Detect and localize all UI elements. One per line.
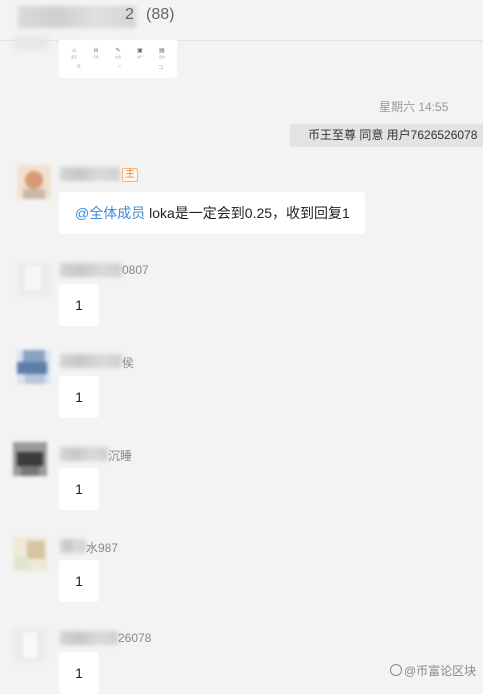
avatar[interactable] [17, 350, 51, 384]
message-text: 1 [75, 389, 83, 405]
message-timestamp: 星期六 14:55 [379, 100, 449, 114]
message-text: 1 [75, 481, 83, 497]
menu-icon: ≡ [77, 64, 81, 70]
home-icon: ⌂ 首页 [70, 48, 77, 59]
group-title-suffix: 2 [125, 6, 135, 23]
avatar[interactable] [13, 628, 47, 662]
avatar-redacted [14, 36, 48, 50]
message-bubble[interactable]: 1 [59, 652, 99, 694]
chat-header: 2 (88) [0, 0, 483, 41]
message-text: 1 [75, 665, 83, 681]
message-bubble[interactable]: @全体成员 loka是一定会到0.25，收到回复1 [59, 192, 365, 234]
avatar[interactable] [13, 537, 47, 571]
message-bubble[interactable]: 1 [59, 284, 99, 326]
message-bubble[interactable]: 1 [59, 468, 99, 510]
member-count[interactable]: (88) [146, 6, 174, 24]
sender-name-tail: 侯 [122, 356, 135, 370]
sender-name-redacted [60, 447, 108, 461]
message-bubble[interactable]: 1 [59, 376, 99, 418]
card-icon-row: ⌂ 首页 ılı 行情 ✎ 交易 ▣ 资产 ▤ 我的 [65, 48, 171, 60]
avatar[interactable] [17, 165, 51, 199]
group-name-redacted [18, 6, 136, 28]
sender-name-tail: 水987 [86, 541, 119, 555]
watermark-logo-icon [390, 664, 402, 676]
avatar[interactable] [13, 442, 47, 476]
sender-name-tail: 0807 [122, 263, 149, 277]
mention-all[interactable]: @全体成员 [75, 205, 145, 221]
sender-name-redacted [60, 354, 122, 368]
message-text: 1 [75, 573, 83, 589]
sender-name-redacted [60, 167, 120, 181]
message-bubble[interactable]: 1 [59, 560, 99, 602]
sender-name-tail: 沉睡 [108, 449, 133, 463]
role-badge: 主 [122, 168, 138, 182]
card-nav-row: ≡ ○ ⊐ [77, 64, 163, 71]
watermark: @币富论区块 [390, 662, 476, 679]
home-button-icon: ○ [117, 64, 122, 70]
avatar[interactable] [17, 262, 51, 296]
sender-name-redacted [60, 539, 86, 553]
message-text: loka是一定会到0.25，收到回复1 [145, 205, 350, 221]
shared-image-card[interactable]: ⌂ 首页 ılı 行情 ✎ 交易 ▣ 资产 ▤ 我的 ≡ ○ ⊐ [59, 40, 177, 78]
profile-icon: ▤ 我的 [158, 48, 165, 59]
message-text: 1 [75, 297, 83, 313]
chart-icon: ılı 行情 [92, 48, 99, 59]
sender-name-redacted [60, 631, 118, 645]
trade-icon: ✎ 交易 [114, 48, 121, 59]
back-icon: ⊐ [157, 65, 163, 71]
assets-icon: ▣ 资产 [136, 48, 143, 59]
sender-name-tail: 26078 [118, 631, 152, 645]
system-message: 币王至尊 同意 用户7626526078 [290, 124, 483, 147]
sender-name-redacted [60, 263, 122, 277]
